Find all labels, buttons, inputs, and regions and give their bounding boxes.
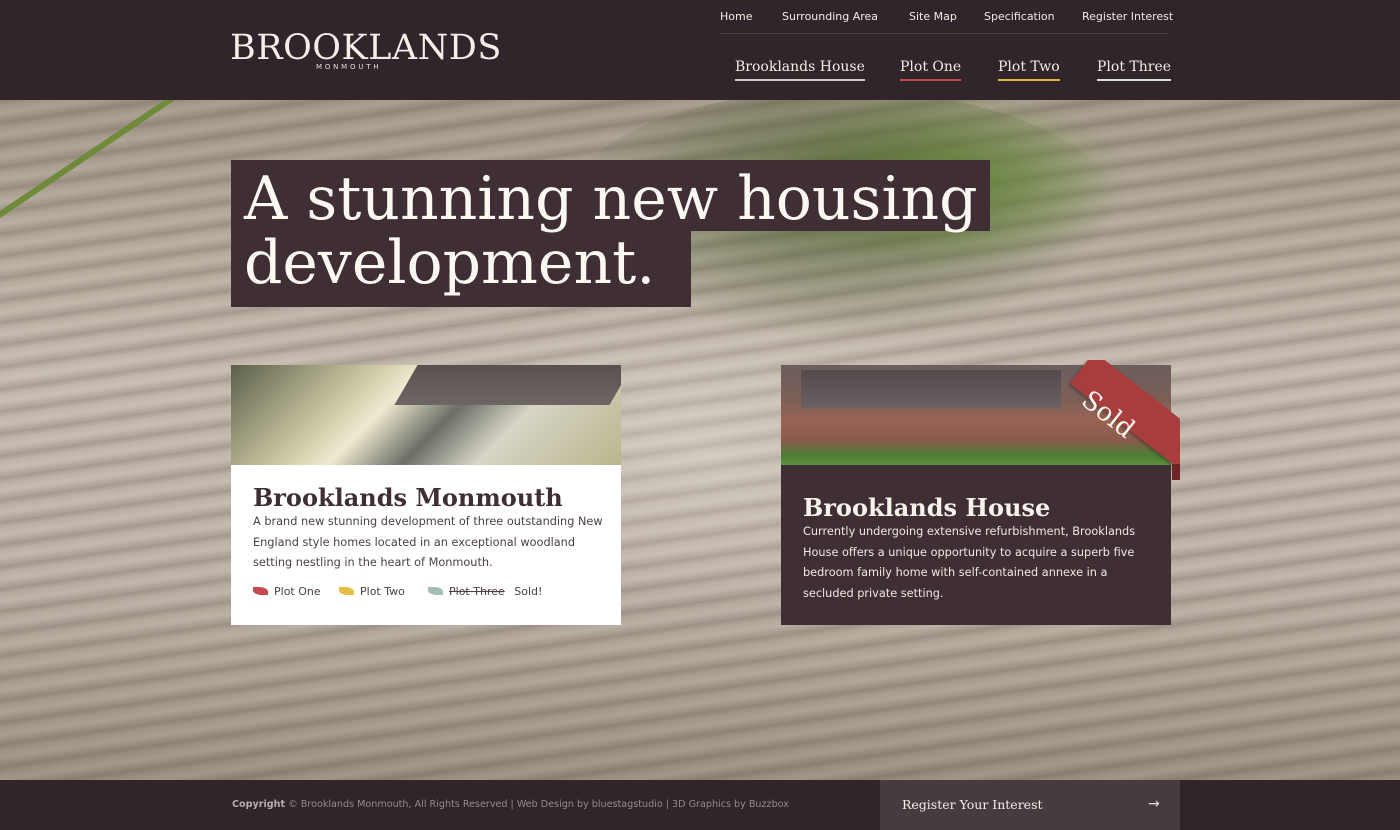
nav-site-map[interactable]: Site Map <box>909 10 957 23</box>
roof-shape <box>394 365 621 405</box>
plot-three-link[interactable]: Plot Three Sold! <box>428 585 542 598</box>
headline-line-2: development. <box>231 231 691 307</box>
nav-specification[interactable]: Specification <box>984 10 1055 23</box>
plot-one-link[interactable]: Plot One <box>253 585 321 598</box>
nav-plot-one[interactable]: Plot One <box>900 58 962 81</box>
nav-plot-three[interactable]: Plot Three <box>1097 58 1172 81</box>
plot-label: Plot Three <box>449 585 505 598</box>
yellow-leaf-icon <box>339 587 354 595</box>
brooklands-logo[interactable]: BROOKLANDS MONMOUTH <box>230 27 501 77</box>
site-header: BROOKLANDS MONMOUTH Home Surrounding Are… <box>0 0 1400 100</box>
top-navigation: Home Surrounding Area Site Map Specifica… <box>720 10 1173 34</box>
card-description: Currently undergoing extensive refurbish… <box>803 525 1136 600</box>
nav-surrounding-area[interactable]: Surrounding Area <box>782 10 878 23</box>
arrow-right-icon: → <box>1148 796 1160 812</box>
plot-two-link[interactable]: Plot Two <box>339 585 405 598</box>
register-interest-button[interactable]: Register Your Interest → <box>880 780 1180 830</box>
plot-label: Plot One <box>274 585 321 598</box>
copyright-details: © Brooklands Monmouth, All Rights Reserv… <box>288 799 789 810</box>
card-title[interactable]: Brooklands Monmouth <box>253 483 563 512</box>
brooklands-monmouth-card[interactable]: Brooklands Monmouth A brand new stunning… <box>231 365 621 625</box>
card-description: A brand new stunning development of thre… <box>253 515 603 569</box>
headline-line-1: A stunning new housing <box>231 160 990 231</box>
house-render-image[interactable] <box>231 365 621 465</box>
card-title[interactable]: Brooklands House <box>803 493 1050 522</box>
main-navigation: Brooklands House Plot One Plot Two Plot … <box>735 58 1172 82</box>
red-leaf-icon <box>253 587 268 595</box>
site-footer: Copyright © Brooklands Monmouth, All Rig… <box>0 780 1400 830</box>
register-label: Register Your Interest <box>902 797 1043 812</box>
nav-home[interactable]: Home <box>720 10 752 23</box>
copyright-label: Copyright <box>232 799 286 810</box>
green-leaf-icon <box>428 587 443 595</box>
nav-plot-two[interactable]: Plot Two <box>998 58 1060 81</box>
nav-register-interest[interactable]: Register Interest <box>1082 10 1173 23</box>
copyright-text: Copyright © Brooklands Monmouth, All Rig… <box>232 799 789 810</box>
sold-status: Sold! <box>514 585 543 598</box>
plot-label: Plot Two <box>360 585 405 598</box>
logo-subtitle: MONMOUTH <box>316 63 382 71</box>
roof-shape <box>801 370 1061 408</box>
nav-brooklands-house[interactable]: Brooklands House <box>735 58 865 81</box>
ribbon-fold <box>1172 464 1180 480</box>
hero-headline: A stunning new housing development. <box>231 160 990 307</box>
